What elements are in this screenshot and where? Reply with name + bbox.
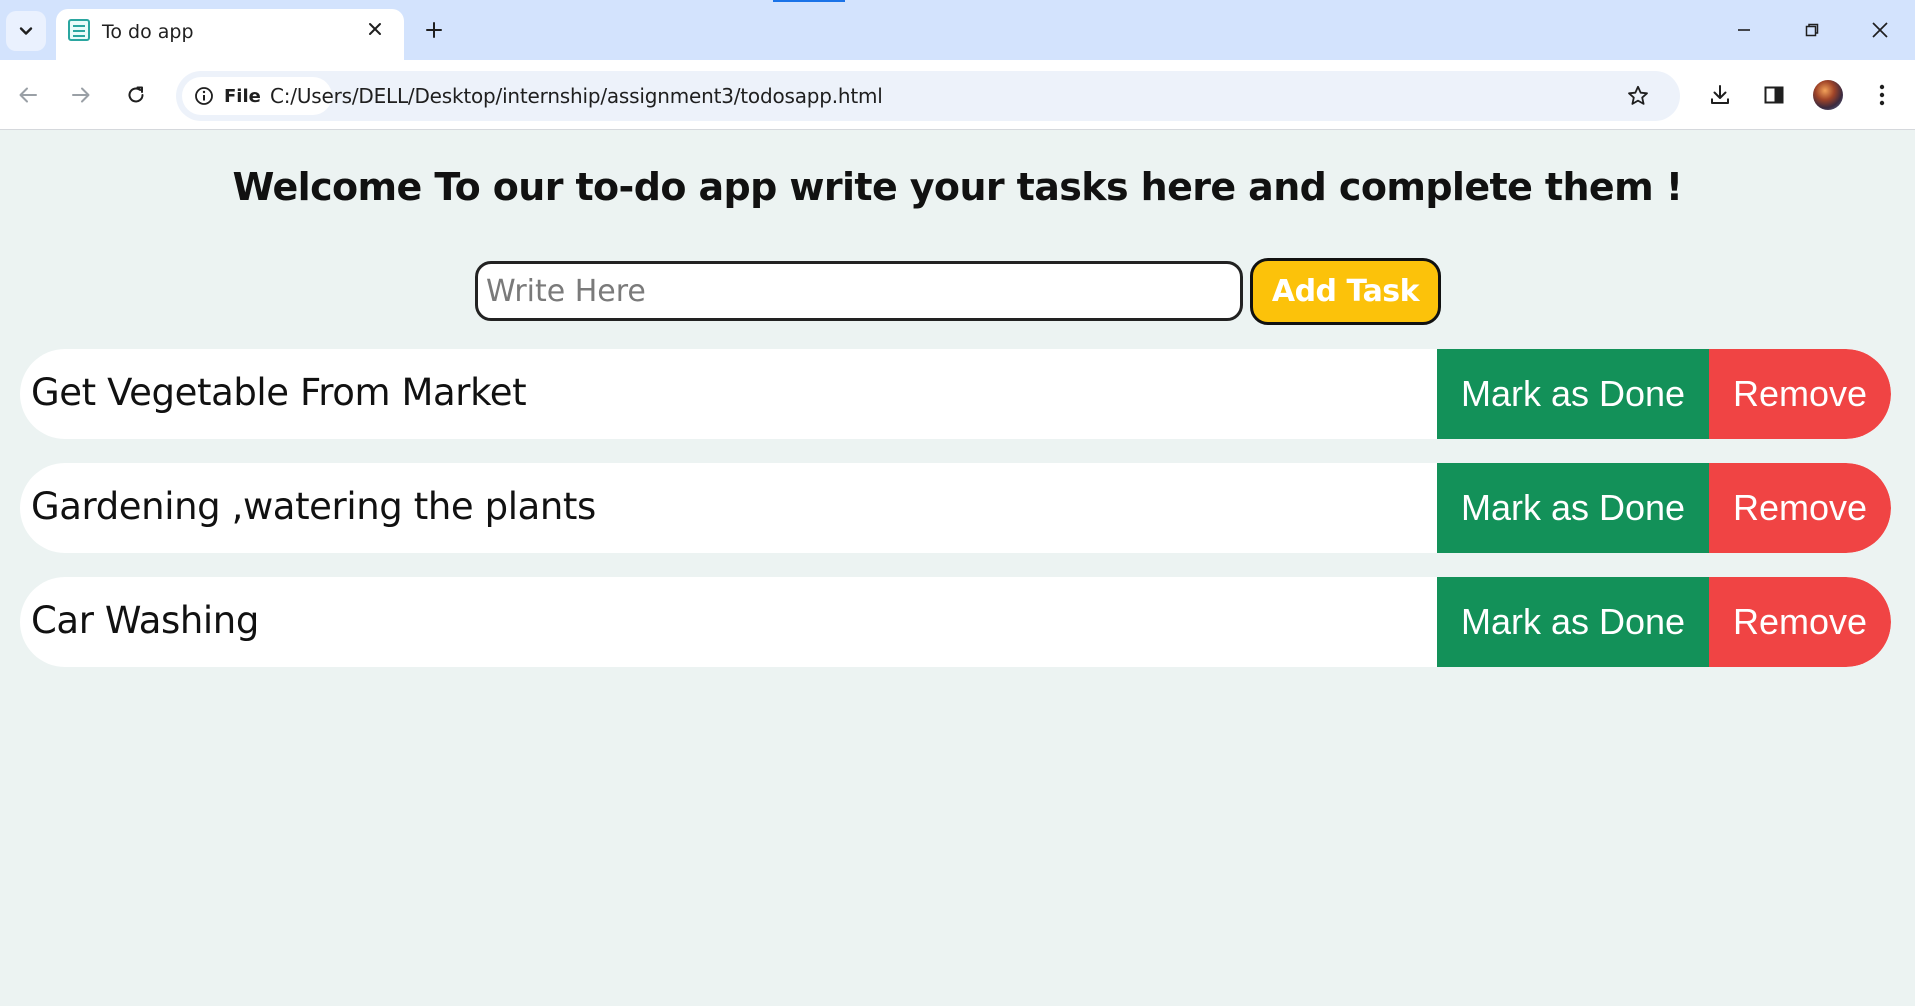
remove-button[interactable]: Remove: [1709, 463, 1891, 553]
chevron-down-icon: [19, 27, 33, 35]
arrow-left-icon: [19, 87, 37, 103]
url-text[interactable]: C:/Users/DELL/Desktop/internship/assignm…: [270, 84, 883, 108]
downloads-button[interactable]: [1700, 75, 1740, 115]
address-bar[interactable]: File C:/Users/DELL/Desktop/internship/as…: [176, 71, 1680, 121]
reload-icon: [128, 86, 144, 103]
star-icon: [1628, 85, 1648, 105]
download-icon: [1711, 85, 1729, 104]
close-icon: [369, 23, 381, 35]
tab-title: To do app: [102, 21, 194, 43]
task-text: Gardening ,watering the plants: [31, 485, 596, 528]
site-chip-label: File: [224, 85, 261, 107]
minimize-icon: [1738, 29, 1750, 31]
task-item: Car Washing Mark as Done Remove: [20, 577, 1891, 667]
remove-button[interactable]: Remove: [1709, 577, 1891, 667]
avatar: [1813, 80, 1843, 110]
task-item: Get Vegetable From Market Mark as Done R…: [20, 349, 1891, 439]
browser-menu-button[interactable]: [1862, 75, 1902, 115]
tab-strip: To do app: [0, 0, 1915, 61]
task-item: Gardening ,watering the plants Mark as D…: [20, 463, 1891, 553]
browser-toolbar: File C:/Users/DELL/Desktop/internship/as…: [0, 60, 1915, 130]
browser-tab[interactable]: To do app: [56, 9, 404, 61]
minimize-button[interactable]: [1716, 10, 1772, 50]
profile-button[interactable]: [1808, 75, 1848, 115]
bookmark-button[interactable]: [1622, 80, 1654, 112]
task-input[interactable]: [475, 261, 1243, 321]
forward-button[interactable]: [61, 75, 101, 115]
arrow-right-icon: [72, 87, 90, 103]
mark-as-done-button[interactable]: Mark as Done: [1437, 577, 1709, 667]
reload-button[interactable]: [116, 75, 156, 115]
side-panel-button[interactable]: [1754, 75, 1794, 115]
todo-page: Welcome To our to-do app write your task…: [0, 131, 1915, 1006]
mark-as-done-button[interactable]: Mark as Done: [1437, 463, 1709, 553]
info-icon: [195, 87, 213, 105]
new-tab-button[interactable]: [418, 14, 450, 46]
remove-button[interactable]: Remove: [1709, 349, 1891, 439]
tab-search-button[interactable]: [6, 11, 46, 51]
more-vertical-icon: [1879, 84, 1885, 106]
back-button[interactable]: [8, 75, 48, 115]
restore-icon: [1805, 23, 1819, 37]
page-title: Welcome To our to-do app write your task…: [232, 165, 1684, 209]
task-text: Car Washing: [31, 599, 259, 642]
task-text: Get Vegetable From Market: [31, 371, 527, 414]
tab-loading-indicator: [773, 0, 845, 2]
tab-close-button[interactable]: [364, 18, 386, 40]
add-task-button[interactable]: Add Task: [1250, 258, 1441, 325]
mark-as-done-button[interactable]: Mark as Done: [1437, 349, 1709, 439]
close-window-button[interactable]: [1852, 10, 1908, 50]
close-icon: [1872, 22, 1888, 38]
plus-icon: [426, 22, 442, 38]
side-panel-icon: [1764, 86, 1784, 104]
page-favicon-icon: [68, 19, 90, 41]
restore-button[interactable]: [1784, 10, 1840, 50]
